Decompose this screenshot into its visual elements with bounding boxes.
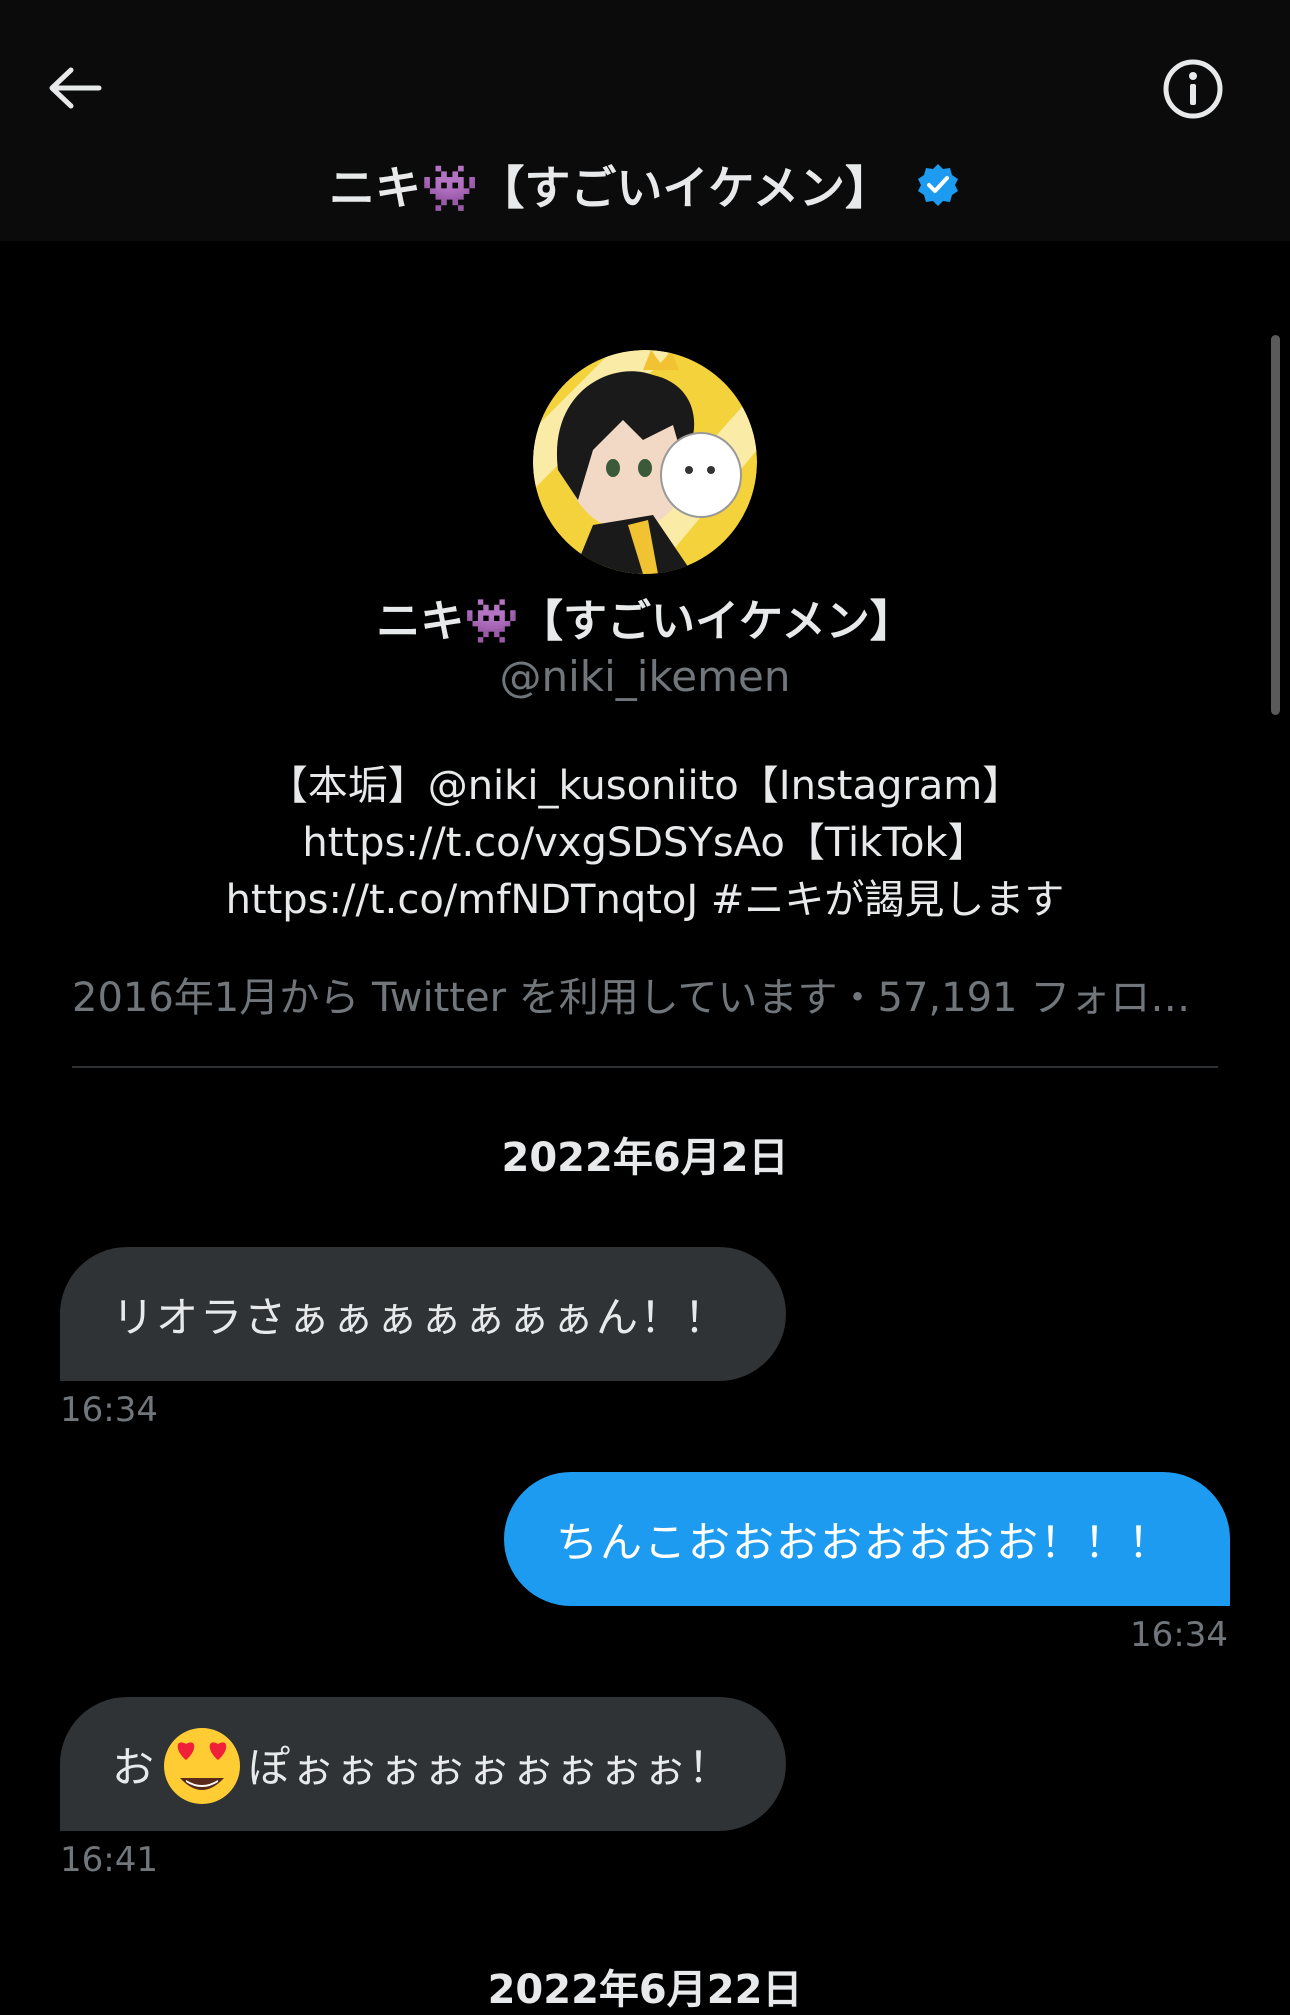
conversation-header: ニキ👾【すごいイケメン】 [0,0,1290,241]
info-button[interactable] [1160,58,1226,124]
profile-name[interactable]: ニキ👾【すごいイケメン】 [0,585,1290,649]
message-timestamp: 16:41 [60,1840,158,1880]
message-timestamp: 16:34 [1130,1615,1228,1655]
divider [72,1066,1218,1068]
profile-bio: 【本垢】@niki_kusoniito【Instagram】https://t.… [225,763,1065,923]
message-text-before: お [112,1742,157,1792]
message-text: ちんこおおおおおおおお！！！ [556,1517,1173,1567]
arrow-left-icon [47,66,103,114]
info-circle-icon [1162,58,1224,124]
message-timestamp: 16:34 [60,1390,158,1430]
verified-badge-icon [915,162,961,208]
message-bubble-incoming[interactable]: リオラさぁぁぁぁぁぁぁん！！ [60,1247,786,1381]
message-bubble-outgoing[interactable]: ちんこおおおおおおおお！！！ [504,1472,1230,1606]
avatar[interactable] [533,350,757,574]
message-text-after: ぽぉぉぉぉぉぉぉぉぉ！ [248,1742,733,1792]
message-text: リオラさぁぁぁぁぁぁぁん！！ [112,1292,729,1342]
header-title[interactable]: ニキ👾【すごいイケメン】 [0,152,1290,218]
date-separator: 2022年6月22日 [487,1967,803,2013]
profile-meta: 2016年1月から Twitter を利用しています・57,191 フォロワー [72,975,1222,1021]
message-bubble-incoming[interactable]: お ぽぉぉぉぉぉぉぉぉぉ！ [60,1697,786,1831]
profile-handle: @niki_ikemen [499,652,791,701]
back-button[interactable] [40,60,110,120]
header-title-text: ニキ👾【すごいイケメン】 [329,161,891,215]
date-separator: 2022年6月2日 [501,1135,789,1181]
heart-eyes-emoji-icon [158,1720,246,1808]
